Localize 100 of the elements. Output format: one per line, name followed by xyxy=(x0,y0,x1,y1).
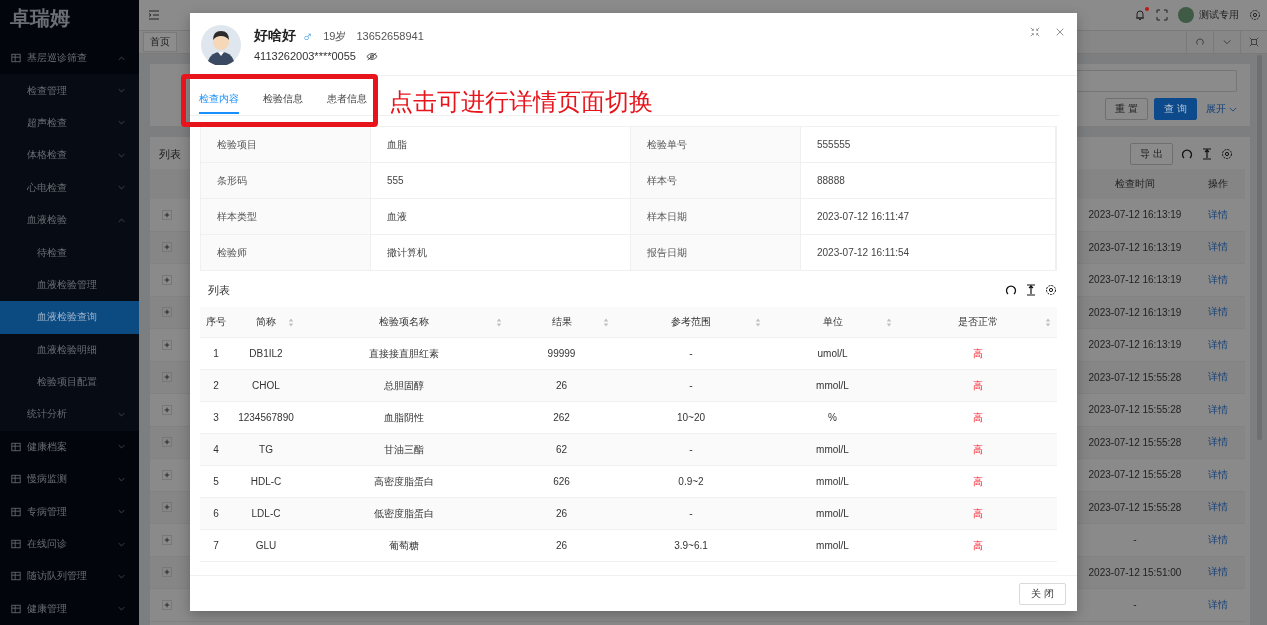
menu-item[interactable]: 血液检验查询 xyxy=(0,301,139,334)
sort-icon[interactable] xyxy=(1045,317,1051,327)
menu-item[interactable]: 血液检验管理 xyxy=(0,268,139,302)
bell-icon[interactable] xyxy=(1134,9,1146,21)
status-text: 高 xyxy=(972,507,983,519)
menu-icon xyxy=(11,53,21,64)
menu-item[interactable]: 健康档案 xyxy=(0,430,139,464)
user-name[interactable]: 测试专用 xyxy=(1199,8,1239,22)
fullscreen-icon[interactable] xyxy=(1156,9,1168,21)
expand-row-icon[interactable] xyxy=(162,437,172,448)
chevron-icon xyxy=(118,88,125,94)
page-tab[interactable]: 首页 xyxy=(143,32,177,52)
table-title: 列表 xyxy=(159,146,181,162)
refresh-icon[interactable] xyxy=(1005,284,1017,296)
column-header[interactable]: 单位 xyxy=(822,315,843,329)
table-cell: 4 xyxy=(213,444,219,455)
detail-link[interactable]: 详情 xyxy=(1190,500,1245,515)
detail-link[interactable]: 详情 xyxy=(1190,597,1245,612)
column-header[interactable]: 结果 xyxy=(551,315,572,329)
expand-row-icon[interactable] xyxy=(162,274,172,285)
column-header[interactable]: 简称 xyxy=(256,315,276,329)
menu-item[interactable]: 随访队列管理 xyxy=(0,560,139,593)
expand-row-icon[interactable] xyxy=(162,209,172,220)
search-button[interactable]: 查 询 xyxy=(1154,98,1197,120)
menu-item[interactable]: 在线问诊 xyxy=(0,527,139,561)
search-button[interactable]: 重 置 xyxy=(1105,98,1149,120)
expand-row-icon[interactable] xyxy=(162,307,172,318)
shrink-icon[interactable] xyxy=(1030,27,1040,37)
maximize-icon xyxy=(1249,37,1259,47)
menu-item[interactable]: 检验项目配置 xyxy=(0,365,139,399)
detail-link[interactable]: 详情 xyxy=(1190,435,1245,450)
menu-item[interactable]: 超声检查 xyxy=(0,106,139,140)
chevron-icon xyxy=(118,217,125,223)
user-avatar[interactable] xyxy=(1178,7,1194,23)
menu-item[interactable]: 基层巡诊筛查 xyxy=(0,42,139,75)
status-text: 高 xyxy=(972,411,983,423)
detail-link[interactable]: 详情 xyxy=(1190,532,1245,547)
menu-item[interactable]: 慢病监测 xyxy=(0,463,139,496)
table-cell: 7 xyxy=(213,540,219,551)
expand-row-icon[interactable] xyxy=(162,534,172,545)
menu-item[interactable]: 专病管理 xyxy=(0,495,139,528)
table-cell: mmol/L xyxy=(816,540,849,551)
detail-link[interactable]: 详情 xyxy=(1190,467,1245,482)
expand-link[interactable]: 展开 xyxy=(1206,102,1237,116)
expand-row-icon[interactable] xyxy=(162,599,172,610)
detail-link[interactable]: 详情 xyxy=(1190,402,1245,417)
detail-link[interactable]: 详情 xyxy=(1190,207,1245,222)
menu-item[interactable]: 心电检查 xyxy=(0,171,139,204)
expand-row-icon[interactable] xyxy=(162,567,172,578)
table-cell: LDL-C xyxy=(251,508,281,519)
field-label: 检验单号 xyxy=(631,127,801,163)
detail-link[interactable]: 详情 xyxy=(1190,305,1245,320)
menu-item[interactable]: 待检查 xyxy=(0,236,139,269)
expand-row-icon[interactable] xyxy=(162,404,172,415)
table-cell: 血脂阴性 xyxy=(384,411,424,423)
expand-row-icon[interactable] xyxy=(162,242,172,253)
detail-tab[interactable]: 患者信息 xyxy=(327,85,367,114)
settings-icon[interactable] xyxy=(1045,284,1057,296)
sort-icon[interactable] xyxy=(886,317,892,327)
eye-off-icon[interactable] xyxy=(365,51,378,61)
sort-icon[interactable] xyxy=(496,317,502,327)
column-header[interactable]: 是否正常 xyxy=(957,315,998,329)
expand-row-icon[interactable] xyxy=(162,469,172,480)
sort-icon[interactable] xyxy=(755,317,761,327)
table-cell: - xyxy=(689,348,693,359)
chevron-icon xyxy=(118,541,125,547)
column-header[interactable]: 检验项名称 xyxy=(379,315,429,329)
menu-item[interactable]: 血液检验 xyxy=(0,203,139,237)
menu-item[interactable]: 检查管理 xyxy=(0,74,139,107)
column-height-icon[interactable] xyxy=(1025,284,1037,296)
menu-item[interactable]: 统计分析 xyxy=(0,398,139,431)
expand-row-icon[interactable] xyxy=(162,372,172,383)
table-cell: TG xyxy=(259,444,273,455)
close-icon[interactable] xyxy=(1055,27,1065,37)
menu-icon xyxy=(11,603,21,614)
detail-link[interactable]: 详情 xyxy=(1190,337,1245,352)
detail-link[interactable]: 详情 xyxy=(1190,370,1245,385)
close-button[interactable]: 关 闭 xyxy=(1019,582,1066,605)
sort-icon[interactable] xyxy=(288,317,294,327)
field-value: 555555 xyxy=(801,127,1056,163)
table-cell-text: 2023-07-12 16:13:19 xyxy=(1087,339,1183,351)
menu-fold-icon[interactable] xyxy=(148,10,160,20)
chevron-icon xyxy=(118,444,125,450)
menu-item[interactable]: 体格检查 xyxy=(0,139,139,172)
detail-link[interactable]: 详情 xyxy=(1190,565,1245,580)
detail-link[interactable]: 详情 xyxy=(1190,240,1245,255)
annotation-text: 点击可进行详情页面切换 xyxy=(389,87,653,117)
detail-link[interactable]: 详情 xyxy=(1190,272,1245,287)
field-label: 报告日期 xyxy=(631,235,801,271)
column-header[interactable]: 检查时间 xyxy=(1080,177,1190,191)
menu-item[interactable]: 血液检验明细 xyxy=(0,333,139,366)
chevron-icon xyxy=(118,476,125,482)
export-button[interactable]: 导 出 xyxy=(1130,143,1173,165)
sort-icon[interactable] xyxy=(603,317,609,327)
menu-item[interactable]: 健康管理 xyxy=(0,592,139,625)
expand-row-icon[interactable] xyxy=(162,502,172,513)
column-header[interactable]: 参考范围 xyxy=(671,315,711,329)
expand-row-icon[interactable] xyxy=(162,339,172,350)
detail-tab[interactable]: 检查内容 xyxy=(199,85,239,114)
detail-tab[interactable]: 检验信息 xyxy=(263,85,303,114)
